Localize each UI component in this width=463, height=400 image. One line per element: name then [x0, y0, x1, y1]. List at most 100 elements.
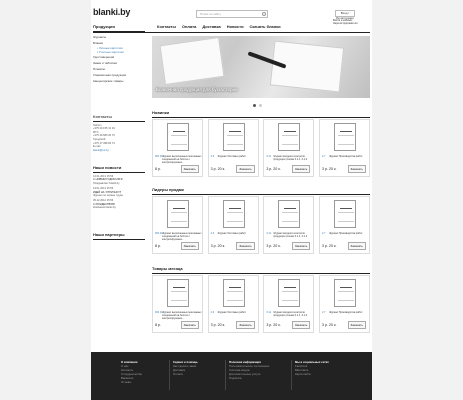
product-thumbnail[interactable]: [167, 200, 189, 228]
product-title[interactable]: Журнал входного контроля продукции (схем…: [273, 311, 313, 317]
order-button[interactable]: Заказать: [347, 242, 366, 250]
product-thumbnail[interactable]: [167, 123, 189, 151]
section-title: Лидеры продаж: [152, 187, 370, 195]
order-button[interactable]: Заказать: [236, 321, 255, 329]
top-nav: Контакты Оплата Доставка Новости Скачать…: [157, 24, 281, 29]
sidebar-item-stationery[interactable]: Канцелярские товары: [93, 78, 145, 84]
product-code: 3.11: [266, 311, 271, 314]
nav-delivery[interactable]: Доставка: [202, 24, 220, 29]
account-links[interactable]: Войти в кабинет Зарегистрироваться: [333, 19, 358, 25]
search-input[interactable]: Поиск по сайту: [196, 10, 268, 18]
product-thumbnail[interactable]: [278, 123, 301, 151]
login-button[interactable]: Вход / Регистрация: [335, 10, 355, 20]
product-card[interactable]: 2.7 Журнал Производства работ 3 р. 20 к. За…: [318, 196, 370, 254]
product-thumbnail[interactable]: [222, 279, 245, 307]
product-title[interactable]: Журнал болтовых работ: [218, 232, 258, 235]
footer-col-social: Мы в социальных сетях Facebook ВКонтакте…: [291, 360, 329, 390]
sidebar-menu: Журналы Бланки Личные карточки Учетные к…: [93, 34, 145, 84]
product-card[interactable]: 2.7 Журнал Производства работ 3 р. 20 к. За…: [318, 119, 370, 177]
product-card[interactable]: 900.01 Журнал выполненных монтажных соеди…: [152, 119, 203, 177]
product-code: 2.7: [321, 232, 326, 235]
product-code: 2.6: [210, 155, 215, 158]
news-item[interactable]: 13.01.2013 15:56 ИДЕЙ НА 'ОТЛИЧНО'!!! Журн…: [93, 187, 145, 197]
product-code: 2.6: [210, 232, 215, 235]
carousel-dot[interactable]: [259, 104, 262, 107]
product-title[interactable]: Журнал Производства работ: [329, 155, 369, 158]
product-thumbnail[interactable]: [333, 123, 356, 151]
order-button[interactable]: Заказать: [291, 242, 311, 250]
product-code: 2.7: [321, 155, 326, 158]
product-card[interactable]: 3.11 Журнал входного контроля продукции (…: [263, 196, 315, 254]
footer-link[interactable]: Отзывы: [121, 380, 142, 384]
nav-contacts[interactable]: Контакты: [157, 24, 176, 29]
search-icon[interactable]: [262, 12, 266, 16]
product-thumbnail[interactable]: [278, 200, 301, 228]
product-price: 8 р.: [155, 167, 161, 171]
product-title[interactable]: Журнал болтовых работ: [218, 311, 258, 314]
product-card[interactable]: 3.11 Журнал входного контроля продукции (…: [263, 119, 315, 177]
news-text: Поздравляет blanki.by: [93, 181, 120, 185]
product-thumbnail[interactable]: [222, 200, 245, 228]
order-button[interactable]: Заказать: [347, 321, 366, 329]
site-logo[interactable]: blanki.by: [93, 7, 130, 17]
product-card[interactable]: 900.01 Журнал выполненных монтажных соеди…: [152, 196, 203, 254]
footer-col-company: О компании О нас Контакты Сотрудничество…: [121, 360, 142, 384]
news-item[interactable]: 14.01.2013 15:56 С НОВЫМ ГОДОМ 2013! Поздр…: [93, 175, 145, 185]
section-new: Новинки 900.01 Журнал выполненных монтажн…: [152, 110, 370, 177]
partners-block: Наши партнеры: [93, 232, 145, 242]
product-thumbnail[interactable]: [333, 279, 356, 307]
footer-link[interactable]: Оплата: [173, 372, 198, 376]
hero-banner[interactable]: Бланочная продукция для бухгалтерии: [152, 36, 370, 98]
product-title[interactable]: Журнал Производства работ: [329, 311, 369, 314]
product-title[interactable]: Журнал входного контроля продукции (схем…: [273, 232, 313, 238]
footer-col-info: Полезная информация Пользовательское сог…: [225, 360, 269, 390]
product-title[interactable]: Журнал входного контроля продукции (схем…: [273, 155, 313, 161]
order-button[interactable]: Заказать: [180, 321, 199, 329]
product-price: 3 р. 20 к.: [210, 244, 226, 248]
product-price: 3 р. 20 к.: [266, 244, 281, 248]
product-row: 900.01 Журнал выполненных монтажных соеди…: [152, 275, 370, 333]
order-button[interactable]: Заказать: [236, 165, 255, 173]
product-price: 3 р. 20 к.: [321, 167, 337, 171]
news-item[interactable]: 05.12.2012 15:56 С РОЖДЕСТВОМ! Компания bl…: [93, 199, 145, 209]
product-code: 2.6: [210, 311, 215, 314]
product-title[interactable]: Журнал выполненных монтажных соединений …: [162, 232, 202, 241]
footer-separator: [225, 360, 226, 390]
nav-news[interactable]: Новости: [227, 24, 244, 29]
product-card[interactable]: 2.6 Журнал болтовых работ 3 р. 20 к. Заказа…: [207, 275, 259, 333]
nav-download[interactable]: Скачать бланки: [250, 24, 281, 29]
contacts-block: Контакты Velcom +375 29 155 31 34 МТС +3…: [93, 115, 145, 152]
product-card[interactable]: 3.11 Журнал входного контроля продукции (…: [263, 275, 315, 333]
product-card[interactable]: 2.6 Журнал болтовых работ 3 р. 20 к. Заказа…: [207, 196, 259, 254]
product-card[interactable]: 2.7 Журнал Производства работ 3 р. 20 к. За…: [318, 275, 370, 333]
account-register-link[interactable]: Зарегистрироваться: [333, 22, 358, 25]
product-thumbnail[interactable]: [333, 200, 356, 228]
order-button[interactable]: Заказать: [291, 165, 311, 173]
footer-link[interactable]: Подписка: [229, 376, 269, 380]
product-title[interactable]: Журнал Производства работ: [329, 232, 369, 235]
carousel-dots: [253, 104, 262, 107]
product-title[interactable]: Журнал болтовых работ: [218, 155, 258, 158]
footer-separator: [291, 360, 292, 390]
product-thumbnail[interactable]: [222, 123, 245, 151]
product-title[interactable]: Журнал выполненных монтажных соединений …: [162, 311, 202, 320]
product-thumbnail[interactable]: [167, 279, 189, 307]
order-button[interactable]: Заказать: [291, 321, 311, 329]
order-button[interactable]: Заказать: [180, 165, 199, 173]
order-button[interactable]: Заказать: [236, 242, 255, 250]
contact-email[interactable]: blanki@tut.by: [93, 149, 145, 153]
product-thumbnail[interactable]: [278, 279, 301, 307]
nav-payment[interactable]: Оплата: [182, 24, 196, 29]
product-code: 2.7: [321, 311, 326, 314]
product-title[interactable]: Журнал выполненных монтажных соединений …: [162, 155, 202, 164]
banner-paper: [159, 37, 225, 85]
carousel-dot[interactable]: [253, 104, 256, 107]
order-button[interactable]: Заказать: [180, 242, 199, 250]
product-card[interactable]: 2.6 Журнал болтовых работ 3 р. 20 к. Заказа…: [207, 119, 259, 177]
order-button[interactable]: Заказать: [347, 165, 366, 173]
product-code: 3.11: [266, 232, 271, 235]
news-title: Наши новости: [93, 165, 145, 173]
banner-caption: Бланочная продукция для бухгалтерии: [156, 87, 238, 92]
footer-link-sitemap[interactable]: Карта сайта: [295, 372, 329, 376]
product-card[interactable]: 900.01 Журнал выполненных монтажных соеди…: [152, 275, 203, 333]
